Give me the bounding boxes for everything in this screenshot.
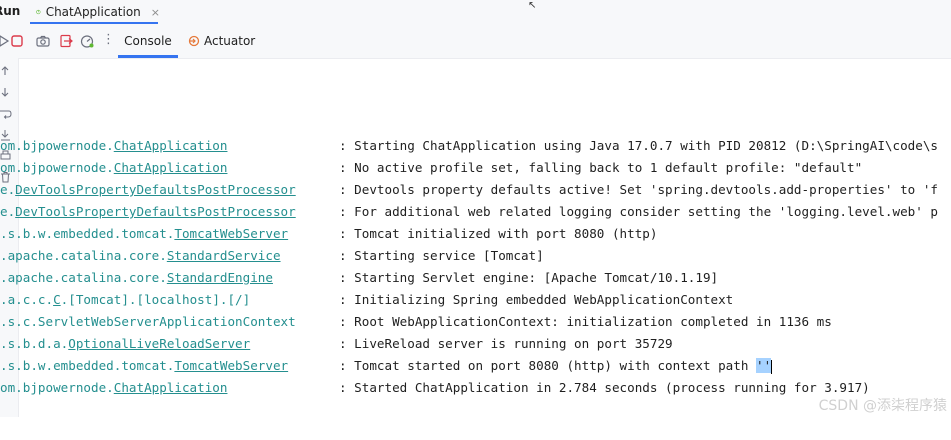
actuator-icon [188,35,200,47]
log-line: .a.c.c.C.[Tomcat].[localhost].[/] : Init… [0,292,951,314]
logger-name: .s.c.ServletWebServerApplicationContext [0,314,296,329]
watermark: CSDN @添柒程序猿 [818,398,947,414]
log-line: e.DevToolsPropertyDefaultsPostProcessor … [0,204,951,226]
log-message: : Tomcat started on port 8080 (http) wit… [339,358,773,374]
log-message: : Starting service [Tomcat] [339,248,544,263]
logger-name: .s.b.w.embedded.tomcat.TomcatWebServer [0,358,289,373]
more-options-icon[interactable]: ⋮ [102,32,115,47]
logger-name: om.bjpowernode.ChatApplication [0,160,228,175]
run-label: Run [0,4,21,18]
logger-name: .apache.catalina.core.StandardEngine [0,270,273,285]
soft-wrap-icon[interactable] [0,108,12,120]
log-message: : Starting ChatApplication using Java 17… [339,138,938,153]
text-selection[interactable]: '' [756,358,772,373]
log-message: : Root WebApplicationContext: initializa… [339,314,832,329]
logger-name: .apache.catalina.core.StandardService [0,248,281,263]
log-message: : Started ChatApplication in 2.784 secon… [339,380,870,395]
text-caret [771,359,773,374]
logger-name: e.DevToolsPropertyDefaultsPostProcessor [0,182,296,197]
log-line: .s.b.d.a.OptionalLiveReloadServer : Live… [0,336,951,358]
mouse-cursor-icon: ↖ [528,0,537,11]
tab-actuator-label: Actuator [204,34,256,48]
log-message: : Starting Servlet engine: [Apache Tomca… [339,270,719,285]
log-message: : For additional web related logging con… [339,204,938,219]
log-message: : LiveReload server is running on port 3… [339,336,673,351]
log-message: : Tomcat initialized with port 8080 (htt… [339,226,658,241]
tab-console-label: Console [124,34,172,48]
tab-console[interactable]: Console [118,24,178,58]
logger-name: .s.b.w.embedded.tomcat.TomcatWebServer [0,226,289,241]
spring-boot-icon [36,9,41,15]
logger-name: .a.c.c.C.[Tomcat].[localhost].[/] [0,292,251,307]
close-icon[interactable]: × [151,6,160,19]
log-line: .apache.catalina.core.StandardService : … [0,248,951,270]
logger-name: om.bjpowernode.ChatApplication [0,138,228,153]
log-message: : No active profile set, falling back to… [339,160,863,175]
camera-icon[interactable] [35,33,51,49]
logger-name: om.bjpowernode.ChatApplication [0,380,228,395]
tab-chat-application[interactable]: ChatApplication × [30,0,160,24]
log-line: .s.c.ServletWebServerApplicationContext … [0,314,951,336]
log-message: : Initializing Spring embedded WebApplic… [339,292,734,307]
log-line: om.bjpowernode.ChatApplication : Started… [0,380,951,402]
exit-icon[interactable] [58,33,74,49]
tab-label: ChatApplication [45,5,141,19]
run-tool-window-header: Run ChatApplication × ↖ [0,0,951,24]
log-line: e.DevToolsPropertyDefaultsPostProcessor … [0,182,951,204]
tab-actuator[interactable]: Actuator [188,24,255,58]
log-line: om.bjpowernode.ChatApplication : Startin… [0,138,951,160]
log-message: : Devtools property defaults active! Set… [339,182,938,197]
log-line: .apache.catalina.core.StandardEngine : S… [0,270,951,292]
console-tab-underline [118,55,178,58]
arrow-up-icon[interactable] [0,65,12,77]
log-line: .s.b.w.embedded.tomcat.TomcatWebServer :… [0,358,951,380]
logger-name: .s.b.d.a.OptionalLiveReloadServer [0,336,251,351]
logger-name: e.DevToolsPropertyDefaultsPostProcessor [0,204,296,219]
log-line: .s.b.w.embedded.tomcat.TomcatWebServer :… [0,226,951,248]
log-line: om.bjpowernode.ChatApplication : No acti… [0,160,951,182]
profiler-icon[interactable] [79,33,95,49]
arrow-down-icon[interactable] [0,86,12,98]
stop-icon[interactable] [9,33,25,49]
